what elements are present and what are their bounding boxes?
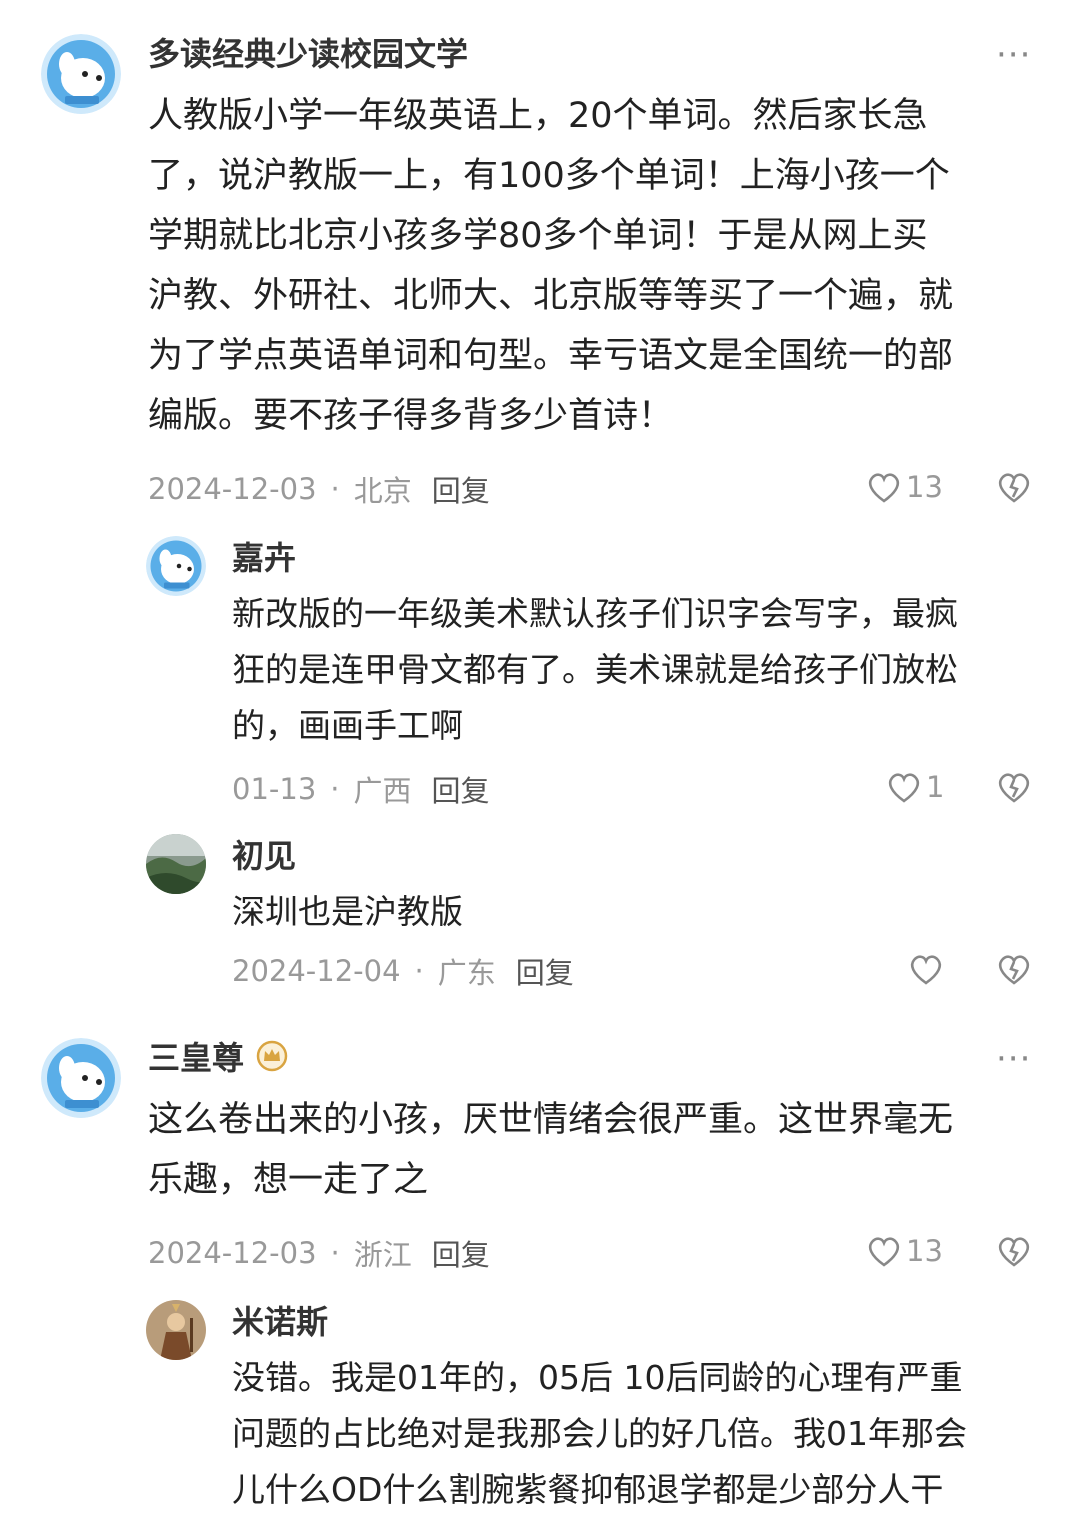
comment-meta: 2024-12-03 · 浙江 回复	[148, 1232, 490, 1274]
comment-line: 没错。我是01年的，05后 10后同龄的心理有严重	[232, 1358, 963, 1397]
dislike-button[interactable]	[996, 1234, 1032, 1272]
reply-button[interactable]: 回复	[432, 768, 490, 810]
comment-text: 新改版的一年级美术默认孩子们识字会写字，最疯 狂的是连甲骨文都有了。美术课就是给…	[232, 586, 958, 754]
separator-dot: ·	[330, 1236, 340, 1270]
more-dots-icon[interactable]: ···	[996, 38, 1031, 72]
username[interactable]: 初见	[232, 836, 296, 876]
comment-line: 的，画画手工啊	[232, 706, 463, 745]
comment-feed: 多读经典少读校园文学 ··· 人教版小学一年级英语上，20个单词。然后家长急 了…	[0, 0, 1080, 1529]
comment-line: 乐趣，想一走了之	[148, 1160, 429, 1200]
like-count: 13	[906, 470, 943, 504]
broken-heart-icon	[998, 1237, 1030, 1267]
broken-heart-icon	[998, 473, 1030, 503]
username[interactable]: 三皇尊	[148, 1038, 288, 1081]
comment-meta: 2024-12-04 · 广东 回复	[232, 950, 574, 992]
avatar[interactable]	[41, 34, 121, 114]
comment-line: 人教版小学一年级英语上，20个单词。然后家长急	[148, 96, 928, 136]
reply-button[interactable]: 回复	[516, 950, 574, 992]
avatar[interactable]	[146, 834, 206, 894]
comment-location: 广东	[437, 956, 496, 990]
dog-avatar-icon	[41, 34, 121, 114]
comment-text: 没错。我是01年的，05后 10后同龄的心理有严重 问题的占比绝对是我那会儿的好…	[232, 1350, 967, 1518]
broken-heart-icon	[998, 773, 1030, 803]
like-count: 13	[906, 1234, 943, 1268]
avatar[interactable]	[146, 1300, 206, 1360]
comment-text: 这么卷出来的小孩，厌世情绪会很严重。这世界毫无 乐趣，想一走了之	[148, 1090, 953, 1210]
heart-icon	[868, 473, 900, 503]
comment-line: 为了学点英语单词和句型。幸亏语文是全国统一的部	[148, 336, 954, 376]
comment-meta: 01-13 · 广西 回复	[232, 768, 490, 810]
comment-line: 深圳也是沪教版	[232, 892, 463, 931]
comment-line: 儿什么OD什么割腕紫餐抑郁退学都是少部分人干	[232, 1470, 944, 1509]
reply-button[interactable]: 回复	[432, 1232, 490, 1274]
comment-date: 2024-12-03	[148, 1236, 317, 1270]
comment-text: 人教版小学一年级英语上，20个单词。然后家长急 了，说沪教版一上，有100多个单…	[148, 86, 953, 446]
heart-icon	[910, 955, 942, 985]
comment-location: 浙江	[353, 1238, 412, 1272]
dislike-button[interactable]	[996, 770, 1032, 808]
dislike-button[interactable]	[996, 470, 1032, 508]
comment-text: 深圳也是沪教版	[232, 884, 463, 940]
more-dots-icon[interactable]: ···	[996, 1042, 1031, 1076]
broken-heart-icon	[998, 955, 1030, 985]
comment-line: 问题的占比绝对是我那会儿的好几倍。我01年那会	[232, 1414, 967, 1453]
comment-line: 沪教、外研社、北师大、北京版等等买了一个遍，就	[148, 276, 954, 316]
username[interactable]: 米诺斯	[232, 1302, 328, 1342]
dog-avatar-icon	[146, 536, 206, 596]
comment-line: 狂的是连甲骨文都有了。美术课就是给孩子们放松	[232, 650, 958, 689]
crown-badge-icon	[256, 1040, 288, 1081]
like-button[interactable]	[908, 952, 948, 986]
comment-location: 广西	[353, 774, 412, 808]
landscape-avatar-icon	[146, 834, 206, 894]
heart-icon	[868, 1237, 900, 1267]
dog-avatar-icon	[41, 1038, 121, 1118]
game-character-avatar-icon	[146, 1300, 206, 1360]
separator-dot: ·	[330, 772, 340, 806]
comment-line: 这么卷出来的小孩，厌世情绪会很严重。这世界毫无	[148, 1100, 954, 1140]
like-button[interactable]: 13	[866, 1234, 943, 1268]
comment-line: 学期就比北京小孩多学80多个单词！于是从网上买	[148, 216, 928, 256]
comment-date: 01-13	[232, 772, 317, 806]
reply-button[interactable]: 回复	[432, 468, 490, 510]
comment-date: 2024-12-04	[232, 954, 401, 988]
separator-dot: ·	[330, 472, 340, 506]
username-text: 三皇尊	[148, 1039, 245, 1077]
like-button[interactable]: 1	[886, 770, 944, 804]
dislike-button[interactable]	[996, 952, 1032, 990]
comment-meta: 2024-12-03 · 北京 回复	[148, 468, 490, 510]
separator-dot: ·	[414, 954, 424, 988]
comment-date: 2024-12-03	[148, 472, 317, 506]
comment-location: 北京	[353, 474, 412, 508]
username[interactable]: 嘉卉	[232, 538, 296, 578]
like-count: 1	[926, 770, 945, 804]
comment-line: 编版。要不孩子得多背多少首诗！	[148, 396, 674, 436]
comment-line: 新改版的一年级美术默认孩子们识字会写字，最疯	[232, 594, 958, 633]
avatar[interactable]	[146, 536, 206, 596]
heart-icon	[888, 773, 920, 803]
username[interactable]: 多读经典少读校园文学	[148, 34, 468, 74]
comment-line: 了，说沪教版一上，有100多个单词！上海小孩一个	[148, 156, 950, 196]
avatar[interactable]	[41, 1038, 121, 1118]
like-button[interactable]: 13	[866, 470, 943, 504]
